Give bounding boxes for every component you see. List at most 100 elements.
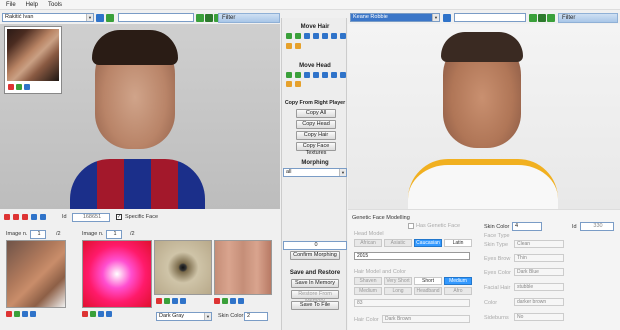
hair-short[interactable]: Short [414, 277, 442, 285]
specific-face-checkbox[interactable]: ✓ [116, 214, 122, 220]
tex4-export-icon[interactable] [222, 298, 228, 304]
copy-all-button[interactable]: Copy All [296, 109, 336, 118]
right-player-select[interactable]: Keane Robbie ▼ [350, 13, 440, 22]
delete-icon[interactable] [22, 214, 28, 220]
tex1-search-icon[interactable] [30, 311, 36, 317]
image-b-stepper[interactable]: 1 [106, 230, 122, 239]
copy-hair-button[interactable]: Copy Hair [296, 131, 336, 140]
hair-very-short[interactable]: Very Short [384, 277, 412, 285]
hair-shaven[interactable]: Shaven [354, 277, 382, 285]
left-search-input[interactable] [118, 13, 194, 22]
photo-import-icon[interactable] [8, 84, 14, 90]
menu-file[interactable]: File [6, 2, 16, 8]
face-texture-thumb[interactable] [6, 240, 66, 308]
hair-color-select[interactable]: Dark Brown [382, 315, 470, 323]
tex3-import-icon[interactable] [156, 298, 162, 304]
right-filter-button[interactable]: Filter [558, 13, 618, 23]
facial-hair-color-select[interactable]: darker brown [514, 298, 564, 306]
left-filter-button[interactable]: Filter [218, 13, 280, 23]
right-id-input[interactable]: 330 [580, 222, 614, 231]
tex1-import-icon[interactable] [6, 311, 12, 317]
save-in-memory-button[interactable]: Save In Memory [291, 279, 339, 288]
left-copy-icon[interactable] [205, 14, 213, 22]
save-to-file-button[interactable]: Save To File [291, 301, 339, 310]
morphing-amount-stepper[interactable]: 0 [283, 241, 347, 250]
tex2-import-icon[interactable] [82, 311, 88, 317]
head-down-icon[interactable] [313, 72, 319, 78]
left-skin-color-stepper[interactable]: 2 [244, 312, 268, 321]
eyes-brow-select[interactable]: Thin [514, 254, 564, 262]
hair-long[interactable]: Long [384, 287, 412, 295]
left-id-input[interactable]: 168651 [72, 213, 110, 222]
head-right-icon[interactable] [331, 72, 337, 78]
import-icon[interactable] [13, 214, 19, 220]
hair-headband[interactable]: Headband [414, 287, 442, 295]
race-latin[interactable]: Latin [444, 239, 472, 247]
head-up-icon[interactable] [304, 72, 310, 78]
photo-delete-icon[interactable] [24, 84, 30, 90]
tex3-delete-icon[interactable] [172, 298, 178, 304]
left-sort-icon[interactable] [96, 14, 104, 22]
tex2-export-icon[interactable] [90, 311, 96, 317]
tex2-delete-icon[interactable] [98, 311, 104, 317]
disk-icon[interactable] [40, 214, 46, 220]
arrow-up-icon[interactable] [304, 33, 310, 39]
tex2-search-icon[interactable] [106, 311, 112, 317]
race-african[interactable]: African [354, 239, 382, 247]
right-paste-icon[interactable] [547, 14, 555, 22]
tex1-delete-icon[interactable] [22, 311, 28, 317]
grow-icon[interactable] [295, 43, 301, 49]
photo-export-icon[interactable] [16, 84, 22, 90]
menu-help[interactable]: Help [26, 2, 38, 8]
left-add-icon[interactable] [196, 14, 204, 22]
menu-tools[interactable]: Tools [48, 2, 62, 8]
copy-head-button[interactable]: Copy Head [296, 120, 336, 129]
hair-medium[interactable]: Medium [444, 277, 472, 285]
tex4-search-icon[interactable] [238, 298, 244, 304]
sideburns-select[interactable]: No [514, 313, 564, 321]
arrow-forward-icon[interactable] [340, 33, 346, 39]
color-select[interactable]: Dark Gray ▼ [156, 312, 212, 321]
head-rotate-right-icon[interactable] [295, 72, 301, 78]
tex4-import-icon[interactable] [214, 298, 220, 304]
tex4-delete-icon[interactable] [230, 298, 236, 304]
right-3d-viewport[interactable] [348, 24, 620, 209]
image-a-stepper[interactable]: 1 [30, 230, 46, 239]
tex3-export-icon[interactable] [164, 298, 170, 304]
tex3-search-icon[interactable] [180, 298, 186, 304]
arrow-down-icon[interactable] [313, 33, 319, 39]
confirm-morphing-button[interactable]: Confirm Morphing [290, 251, 340, 260]
rotate-right-icon[interactable] [295, 33, 301, 39]
right-search-input[interactable] [454, 13, 526, 22]
right-add-icon[interactable] [529, 14, 537, 22]
head-forward-icon[interactable] [340, 72, 346, 78]
left-find-icon[interactable] [106, 14, 114, 22]
rotate-left-icon[interactable] [286, 33, 292, 39]
right-skin-color-stepper[interactable]: 4 [512, 222, 542, 231]
arrow-right-icon[interactable] [331, 33, 337, 39]
right-copy-icon[interactable] [538, 14, 546, 22]
facial-hair-select[interactable]: stubble [514, 283, 564, 291]
monitor-icon[interactable] [31, 214, 37, 220]
race-asiatic[interactable]: Asiatic [384, 239, 412, 247]
eyes-color-select[interactable]: Dark Blue [514, 268, 564, 276]
normal-map-thumb[interactable] [82, 240, 152, 308]
shrink-icon[interactable] [286, 43, 292, 49]
morphing-select[interactable]: all ▼ [283, 168, 347, 177]
export-icon[interactable] [4, 214, 10, 220]
tex1-export-icon[interactable] [14, 311, 20, 317]
skin-type-select[interactable]: Clean [514, 240, 564, 248]
left-player-select[interactable]: Rakitić Ivan ▼ [2, 13, 94, 22]
arrow-left-icon[interactable] [322, 33, 328, 39]
skin-texture-thumb[interactable] [214, 240, 272, 295]
head-shrink-icon[interactable] [286, 81, 292, 87]
hair-medium-2[interactable]: Medium [354, 287, 382, 295]
head-left-icon[interactable] [322, 72, 328, 78]
head-model-select[interactable]: 2015 [354, 252, 470, 260]
right-find-icon[interactable] [443, 14, 451, 22]
copy-face-textures-button[interactable]: Copy Face Textures [296, 142, 336, 156]
head-grow-icon[interactable] [295, 81, 301, 87]
head-rotate-left-icon[interactable] [286, 72, 292, 78]
hair-model-select[interactable]: 83 [354, 299, 470, 307]
has-genetic-checkbox[interactable] [408, 223, 414, 229]
